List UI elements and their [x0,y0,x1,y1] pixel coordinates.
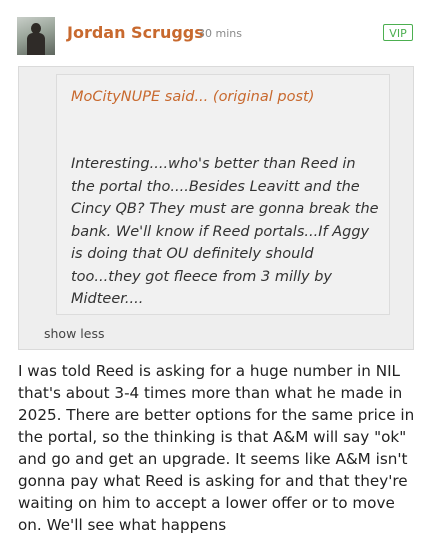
post-body: I was told Reed is asking for a huge num… [18,362,415,534]
user-avatar-icon[interactable] [17,17,55,55]
quote-block: MoCityNUPE said... (original post) Inter… [56,74,390,315]
show-less-button[interactable]: show less [44,326,104,341]
vip-badge: VIP [383,24,413,41]
quote-link-close: ) [308,89,315,105]
quote-container: MoCityNUPE said... (original post) Inter… [18,66,414,350]
quote-text: Interesting....who's better than Reed in… [71,156,379,307]
original-post-link[interactable]: original post [219,89,309,105]
avatar-figure-body [27,33,45,55]
post-author-name[interactable]: Jordan Scruggs [67,23,204,42]
quote-attribution: MoCityNUPE said... (original post) [71,89,314,105]
post-timestamp: 30 mins [198,27,242,40]
quote-author: MoCityNUPE said... [71,89,209,105]
